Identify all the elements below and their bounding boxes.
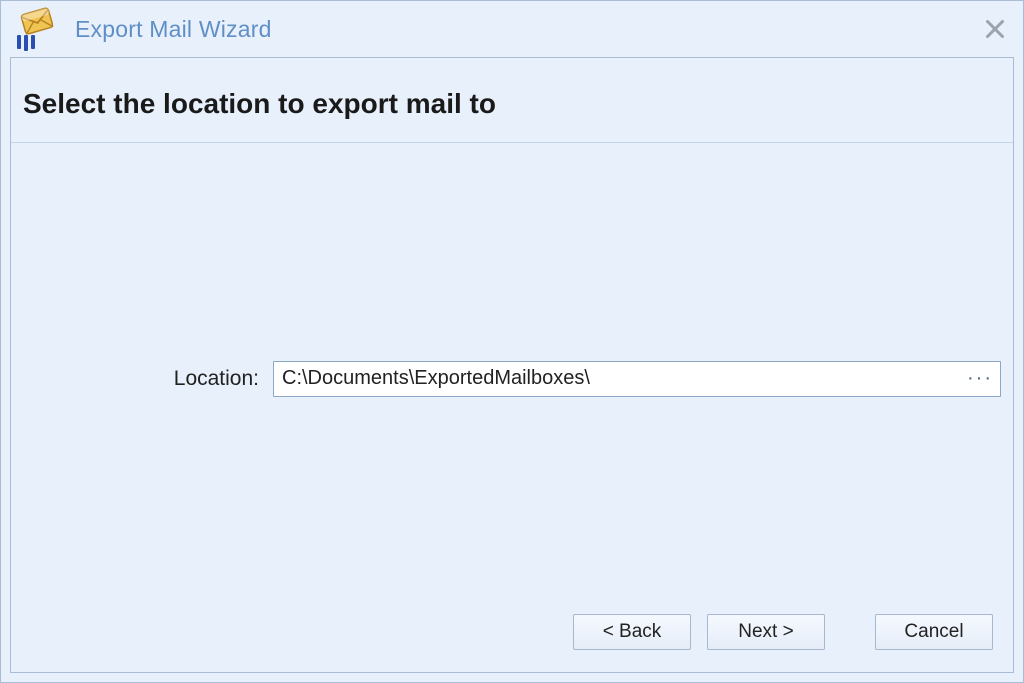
wizard-footer: < Back Next > Cancel	[11, 614, 1013, 672]
ellipsis-icon: ···	[967, 367, 993, 390]
titlebar: Export Mail Wizard	[1, 1, 1023, 57]
location-field-wrap: ···	[273, 361, 1001, 397]
location-input[interactable]	[273, 361, 1001, 397]
cancel-button[interactable]: Cancel	[875, 614, 993, 650]
close-button[interactable]	[981, 15, 1009, 43]
location-row: Location: ···	[23, 361, 1001, 397]
wizard-content: Select the location to export mail to Lo…	[10, 57, 1014, 673]
browse-button[interactable]: ···	[959, 361, 1001, 397]
wizard-body: Location: ···	[11, 143, 1013, 614]
page-heading: Select the location to export mail to	[11, 58, 1013, 142]
location-label: Location:	[23, 367, 273, 391]
back-button[interactable]: < Back	[573, 614, 691, 650]
mail-envelope-icon	[11, 5, 59, 53]
close-icon	[985, 19, 1005, 39]
next-button[interactable]: Next >	[707, 614, 825, 650]
export-mail-wizard-window: Export Mail Wizard Select the location t…	[0, 0, 1024, 683]
window-title: Export Mail Wizard	[75, 16, 981, 43]
